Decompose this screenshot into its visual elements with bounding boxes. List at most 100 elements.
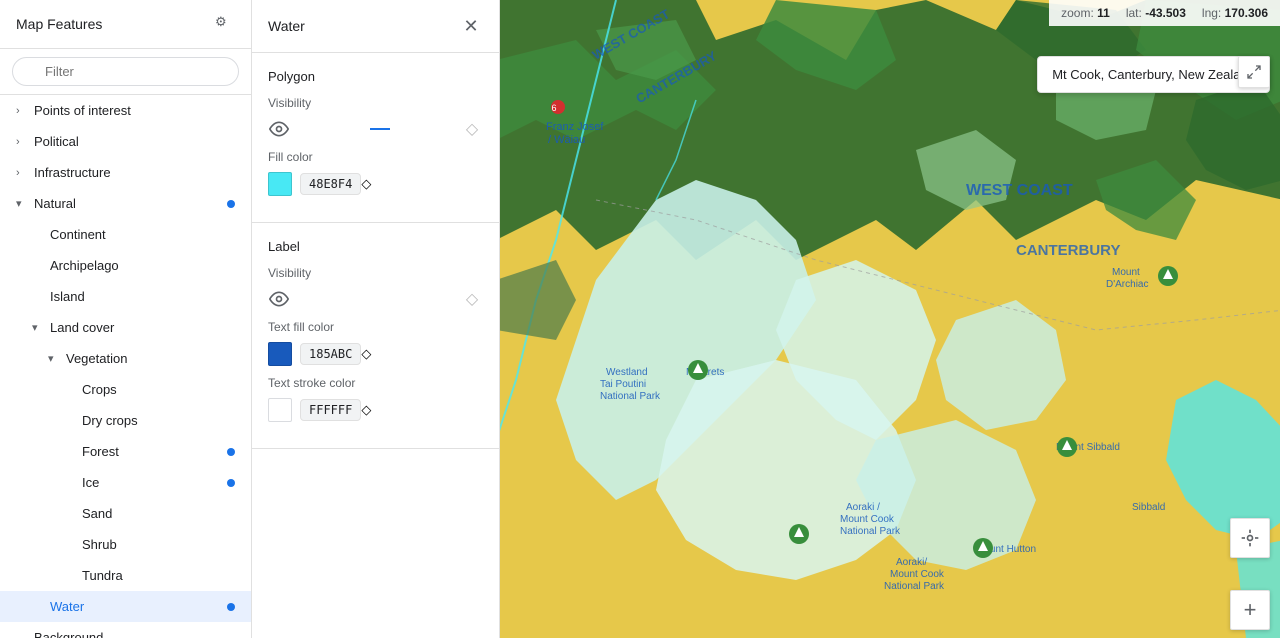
svg-text:Westland: Westland (606, 367, 648, 378)
sidebar-item-background[interactable]: Background (0, 622, 251, 638)
panel-title: Water (268, 18, 305, 34)
text-stroke-label: Text stroke color (268, 376, 483, 390)
filter-wrap: ☰ (12, 57, 239, 86)
sidebar-header: Map Features ⚙ (0, 0, 251, 49)
lat-label: lat: -43.503 (1126, 6, 1186, 20)
sidebar: Map Features ⚙ ☰ ›Points of interest›Pol… (0, 0, 252, 638)
filter-input[interactable] (12, 57, 239, 86)
location-button[interactable] (1230, 518, 1270, 558)
sidebar-item-vegetation[interactable]: ▾ Vegetation (0, 343, 251, 374)
diamond-icon-text-fill[interactable]: ◇ (361, 346, 371, 362)
zoom-in-button[interactable]: + (1230, 590, 1270, 630)
svg-text:CANTERBURY: CANTERBURY (1016, 242, 1120, 259)
zoom-label: zoom: 11 (1061, 6, 1110, 20)
filter-bar: ☰ (0, 49, 251, 95)
sidebar-item-tundra[interactable]: Tundra (0, 560, 251, 591)
eye-icon-polygon[interactable] (268, 118, 290, 140)
item-label: Shrub (82, 537, 235, 552)
eye-icon-label[interactable] (268, 288, 290, 310)
text-stroke-value[interactable]: FFFFFF (300, 399, 361, 421)
svg-text:/ Wāiau: / Wāiau (548, 134, 585, 146)
tooltip-text: Mt Cook, Canterbury, New Zealand (1052, 67, 1255, 82)
sidebar-item-ice[interactable]: Ice (0, 467, 251, 498)
map-canvas: WEST COAST CANTERBURY WEST COAST CANTERB… (500, 0, 1280, 638)
text-fill-swatch[interactable] (268, 342, 292, 366)
svg-text:National Park: National Park (600, 391, 661, 402)
svg-text:Franz Josef: Franz Josef (546, 121, 604, 133)
item-label: Vegetation (66, 351, 235, 366)
text-stroke-swatch[interactable] (268, 398, 292, 422)
visibility-label-label: Visibility (268, 266, 483, 280)
status-dot (227, 479, 235, 487)
lat-value: -43.503 (1145, 6, 1186, 20)
svg-text:Aoraki /: Aoraki / (846, 502, 880, 513)
sidebar-list: ›Points of interest›Political›Infrastruc… (0, 95, 251, 638)
item-label: Water (50, 599, 223, 614)
diamond-icon-label-vis[interactable]: ◇ (461, 288, 483, 310)
status-dot (227, 200, 235, 208)
item-label: Continent (50, 227, 235, 242)
label-visibility-row: ◇ (268, 288, 483, 310)
chevron-icon: › (16, 167, 28, 179)
sidebar-item-crops[interactable]: Crops (0, 374, 251, 405)
item-label: Crops (82, 382, 235, 397)
sidebar-item-natural[interactable]: ▾Natural (0, 188, 251, 219)
fill-color-label: Fill color (268, 150, 483, 164)
gear-icon[interactable]: ⚙ (215, 14, 235, 34)
sidebar-item-archipelago[interactable]: Archipelago (0, 250, 251, 281)
item-label: Island (50, 289, 235, 304)
sidebar-item-water[interactable]: Water (0, 591, 251, 622)
label-section: Label Visibility ◇ Text fill color 185AB… (252, 223, 499, 449)
chevron-icon: › (16, 136, 28, 148)
chevron-icon: ▾ (48, 352, 60, 365)
svg-text:National Park: National Park (884, 581, 945, 592)
sidebar-item-points-of-interest[interactable]: ›Points of interest (0, 95, 251, 126)
label-section-title: Label (268, 239, 483, 254)
fill-color-swatch[interactable] (268, 172, 292, 196)
zoom-value: 11 (1097, 6, 1110, 20)
chevron-icon: ▾ (32, 321, 44, 334)
sidebar-item-sand[interactable]: Sand (0, 498, 251, 529)
item-label: Dry crops (82, 413, 235, 428)
text-fill-value[interactable]: 185ABC (300, 343, 361, 365)
polygon-section-title: Polygon (268, 69, 483, 84)
chevron-icon: › (16, 105, 28, 117)
diamond-icon-polygon-vis[interactable]: ◇ (461, 118, 483, 140)
lng-value: 170.306 (1225, 6, 1268, 20)
sidebar-item-land-cover[interactable]: ▾ Land cover (0, 312, 251, 343)
item-label: Sand (82, 506, 235, 521)
map-topbar: zoom: 11 lat: -43.503 lng: 170.306 (1049, 0, 1280, 26)
diamond-icon-text-stroke[interactable]: ◇ (361, 402, 371, 418)
svg-text:WEST COAST: WEST COAST (966, 182, 1073, 199)
visibility-label-polygon: Visibility (268, 96, 483, 110)
polygon-section: Polygon Visibility ◇ Fill color 48E8F4 ◇ (252, 53, 499, 223)
map-area[interactable]: WEST COAST CANTERBURY WEST COAST CANTERB… (500, 0, 1280, 638)
sidebar-item-continent[interactable]: Continent (0, 219, 251, 250)
svg-text:Mount: Mount (1112, 267, 1140, 278)
fullscreen-button[interactable] (1238, 56, 1270, 88)
polygon-fill-color-row: 48E8F4 ◇ (268, 172, 483, 196)
feature-panel: Water ✕ Polygon Visibility ◇ Fill color … (252, 0, 500, 638)
item-label: Infrastructure (34, 165, 235, 180)
item-label: Forest (82, 444, 223, 459)
sidebar-item-forest[interactable]: Forest (0, 436, 251, 467)
item-label: Land cover (50, 320, 235, 335)
diamond-icon-fill[interactable]: ◇ (361, 176, 371, 192)
svg-text:6: 6 (551, 103, 556, 113)
close-button[interactable]: ✕ (459, 14, 483, 38)
sidebar-item-dry-crops[interactable]: Dry crops (0, 405, 251, 436)
svg-text:Mount Cook: Mount Cook (890, 569, 945, 580)
item-label: Political (34, 134, 235, 149)
status-dot (227, 448, 235, 456)
status-dot (227, 603, 235, 611)
sidebar-item-political[interactable]: › Political (0, 126, 251, 157)
text-fill-label: Text fill color (268, 320, 483, 334)
svg-text:Sibbald: Sibbald (1132, 502, 1165, 513)
sidebar-item-island[interactable]: Island (0, 281, 251, 312)
sidebar-item-shrub[interactable]: Shrub (0, 529, 251, 560)
text-stroke-row: FFFFFF ◇ (268, 398, 483, 422)
map-location-tooltip: Mt Cook, Canterbury, New Zealand (1037, 56, 1270, 93)
sidebar-item-infrastructure[interactable]: › Infrastructure (0, 157, 251, 188)
chevron-icon: ▾ (16, 197, 28, 210)
fill-color-value[interactable]: 48E8F4 (300, 173, 361, 195)
